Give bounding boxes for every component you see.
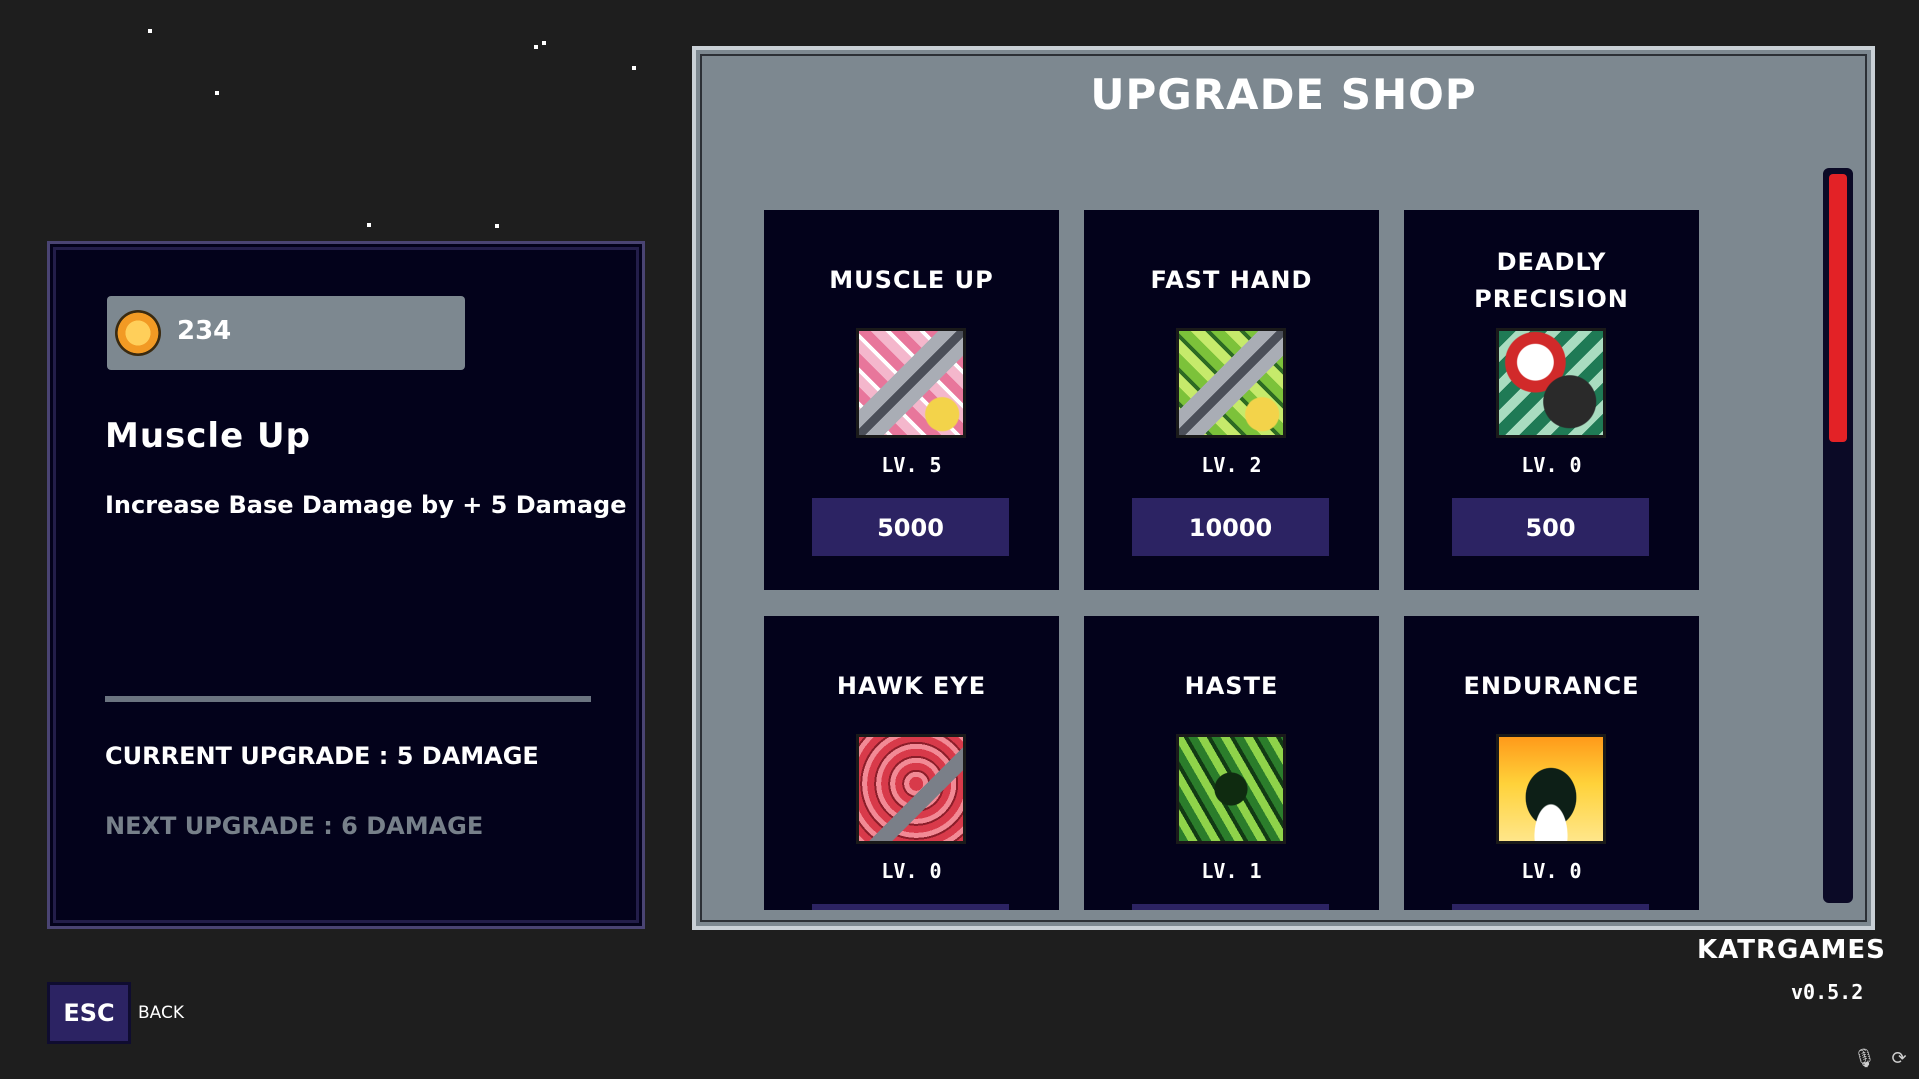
star [542,41,546,45]
card-level: LV. 5 [881,453,942,477]
star [367,223,371,227]
microphone-icon[interactable]: 🎙 [1853,1048,1876,1070]
haste-icon [1176,734,1286,844]
upgrade-card-hawk-eye[interactable]: HAWK EYE LV. 0 1000 [764,616,1059,910]
endurance-icon [1496,734,1606,844]
fast-hand-icon [1176,328,1286,438]
upgrade-info-panel: 234 Muscle Up Increase Base Damage by + … [47,241,645,929]
star [534,45,538,49]
card-name: HASTE [1184,672,1279,700]
card-level: LV. 0 [881,859,942,883]
hawk-eye-icon [856,734,966,844]
upgrade-card-endurance[interactable]: ENDURANCE LV. 0 1000 [1404,616,1699,910]
upgrade-card-grid[interactable]: MUSCLE UP LV. 5 5000 FAST HAND LV. 2 100… [764,160,1704,910]
buy-button[interactable]: 5000 [1132,904,1329,910]
star [632,66,636,70]
upgrade-card-deadly-precision[interactable]: DEADLY PRECISION LV. 0 500 [1404,210,1699,590]
buy-button[interactable]: 5000 [812,498,1009,556]
card-level: LV. 1 [1201,859,1262,883]
card-name: FAST HAND [1150,266,1313,294]
card-name: HAWK EYE [836,672,987,700]
upgrade-title: Muscle Up [105,416,311,456]
next-upgrade-text: NEXT UPGRADE : 6 DAMAGE [105,812,484,840]
star [495,224,499,228]
muscle-up-icon [856,328,966,438]
deadly-precision-icon [1496,328,1606,438]
current-upgrade-text: CURRENT UPGRADE : 5 DAMAGE [105,742,539,770]
buy-button[interactable]: 1000 [1452,904,1649,910]
upgrade-card-muscle-up[interactable]: MUSCLE UP LV. 5 5000 [764,210,1059,590]
buy-button[interactable]: 1000 [812,904,1009,910]
refresh-icon[interactable]: ⟳ [1888,1048,1910,1070]
upgrade-card-fast-hand[interactable]: FAST HAND LV. 2 10000 [1084,210,1379,590]
star [148,29,152,33]
divider [105,696,591,702]
upgrade-description: Increase Base Damage by + 5 Damage [105,491,627,519]
upgrade-card-haste[interactable]: HASTE LV. 1 5000 [1084,616,1379,910]
buy-button[interactable]: 10000 [1132,498,1329,556]
card-level: LV. 2 [1201,453,1262,477]
scrollbar-track[interactable] [1823,168,1853,903]
scrollbar-thumb[interactable] [1829,174,1847,442]
coin-icon [115,310,161,356]
coin-counter: 234 [107,296,465,370]
upgrade-shop-panel: UPGRADE SHOP MUSCLE UP LV. 5 5000 FAST H… [692,46,1875,930]
card-level: LV. 0 [1521,453,1582,477]
card-name: MUSCLE UP [829,266,994,294]
back-label: BACK [138,1003,185,1023]
card-level: LV. 0 [1521,859,1582,883]
buy-button[interactable]: 500 [1452,498,1649,556]
version-label: v0.5.2 [1791,980,1864,1004]
shop-title: UPGRADE SHOP [1090,70,1477,119]
brand-label: KATRGAMES [1697,935,1886,965]
esc-back-button[interactable]: ESC [47,982,131,1044]
card-name: DEADLY PRECISION [1474,248,1629,313]
star [215,91,219,95]
card-name: ENDURANCE [1463,672,1640,700]
coin-count: 234 [177,316,232,346]
